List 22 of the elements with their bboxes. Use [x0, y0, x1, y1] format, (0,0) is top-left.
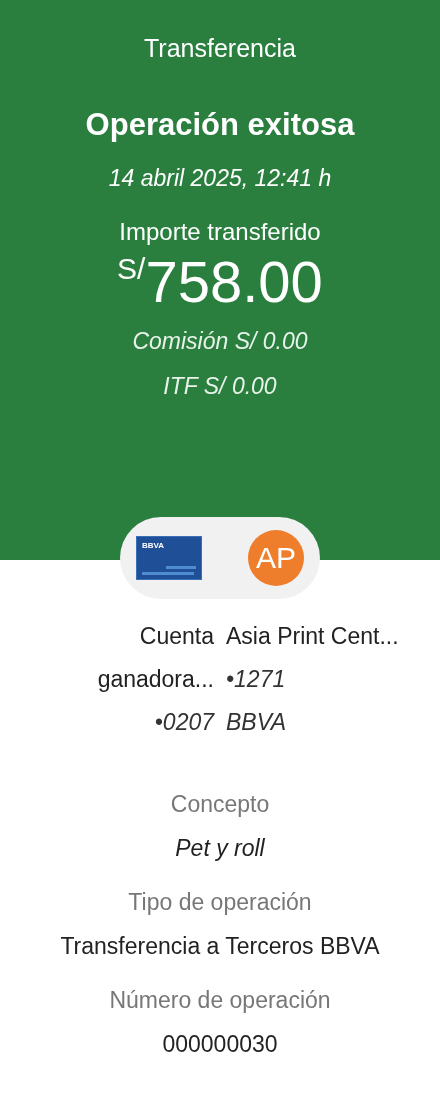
avatar-initials: AP	[248, 530, 304, 586]
detail-label: Número de operación	[109, 986, 331, 1015]
amount-label: Importe transferido	[119, 218, 321, 246]
detail-label: Tipo de operación	[128, 888, 312, 917]
fee-text: Comisión S/ 0.00	[132, 327, 308, 355]
date-time: 14 abril 2025, 12:41 h	[108, 165, 332, 192]
detail-value: Transferencia a Terceros BBVA	[60, 932, 380, 961]
account-name: ganadora...	[97, 665, 214, 694]
account-name: Asia Print Cent...	[226, 622, 399, 651]
detail-value: Pet y roll	[175, 834, 265, 863]
detail-label: Concepto	[170, 790, 270, 819]
account-name: Cuenta	[139, 622, 214, 651]
card-brand-label: BBVA	[142, 541, 165, 550]
status-title: Operación exitosa	[85, 107, 355, 143]
amount-value: 758.00	[145, 250, 323, 314]
currency-symbol: S/	[117, 252, 146, 285]
bank-name: BBVA	[226, 708, 287, 737]
fee-text: ITF S/ 0.00	[163, 372, 277, 400]
account-number: •0207	[154, 708, 214, 737]
screen-title: Transferencia	[144, 34, 296, 63]
detail-value: 000000030	[162, 1030, 278, 1059]
account-number: •1271	[226, 665, 286, 694]
